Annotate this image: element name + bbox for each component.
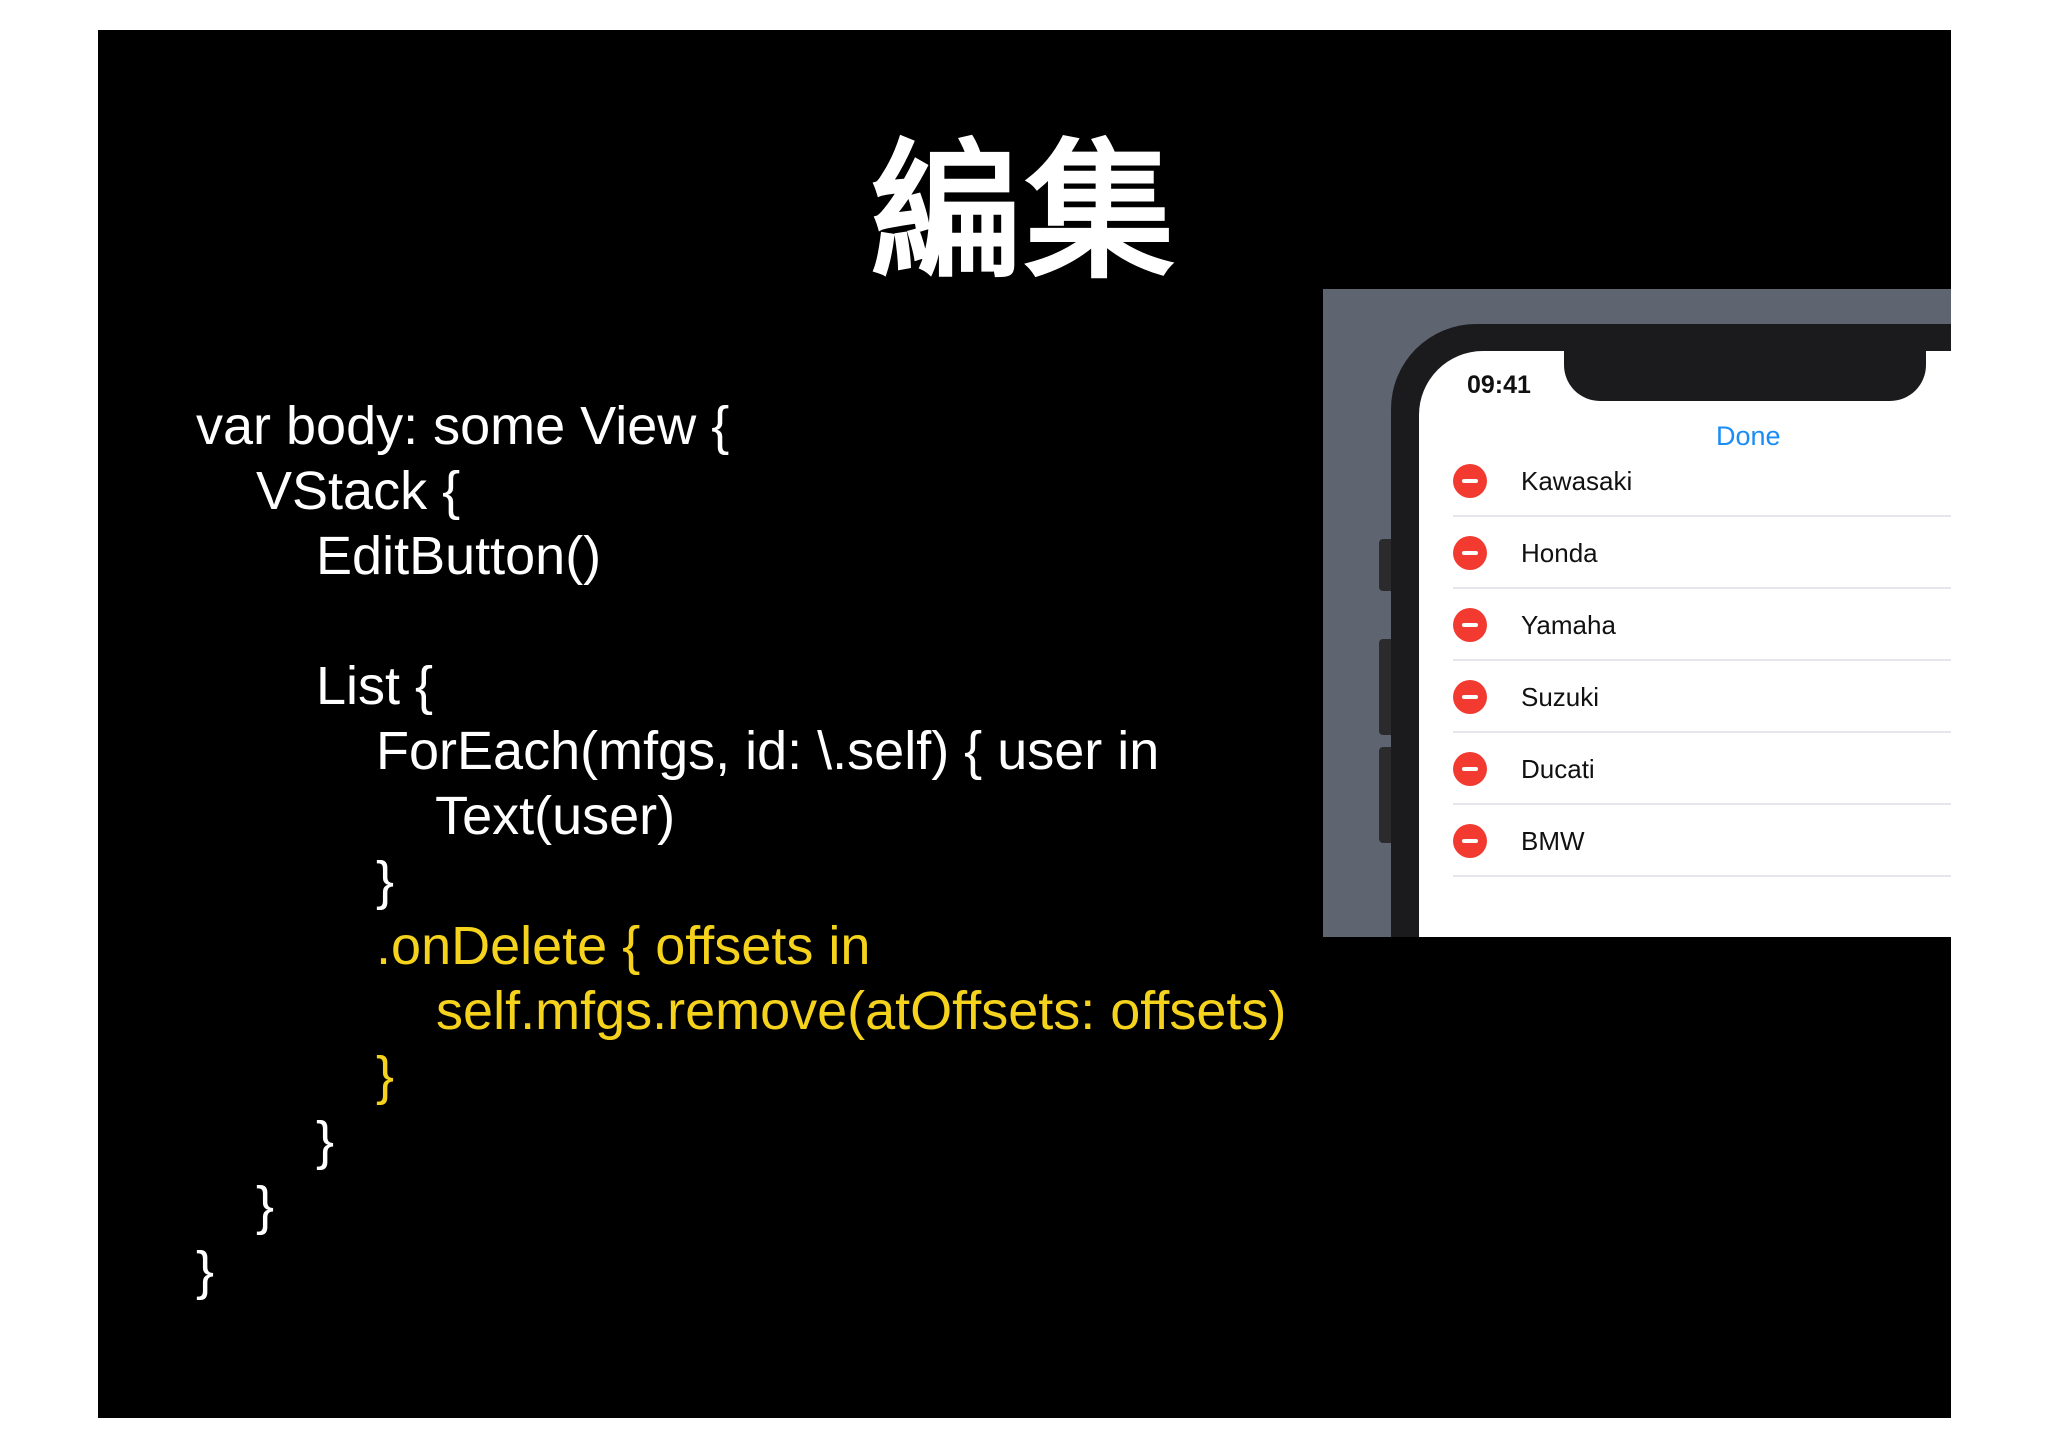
list-item[interactable]: Suzuki bbox=[1453, 661, 1951, 733]
code-line: EditButton() bbox=[196, 526, 602, 586]
list-item[interactable]: Kawasaki bbox=[1453, 445, 1951, 517]
list-item[interactable]: Ducati bbox=[1453, 733, 1951, 805]
phone-screen: 09:41 Done Kawasaki Honda Yamaha Suzuki bbox=[1419, 351, 1951, 937]
code-line: } bbox=[196, 1046, 395, 1106]
list-item-label: Yamaha bbox=[1521, 610, 1616, 640]
code-line: } bbox=[196, 1176, 275, 1236]
list-item[interactable]: Honda bbox=[1453, 517, 1951, 589]
side-button-silent bbox=[1379, 539, 1391, 591]
code-line: } bbox=[196, 1241, 215, 1301]
slide: 編集 var body: some View { VStack { EditBu… bbox=[98, 30, 1951, 1418]
list-item-label: Ducati bbox=[1521, 754, 1595, 784]
phone-notch bbox=[1564, 351, 1926, 401]
code-block: var body: some View { VStack { EditButto… bbox=[196, 394, 1286, 1304]
list-item[interactable]: BMW bbox=[1453, 805, 1951, 877]
minus-circle-icon[interactable] bbox=[1453, 680, 1487, 714]
minus-circle-icon[interactable] bbox=[1453, 824, 1487, 858]
code-line: VStack { bbox=[196, 461, 461, 521]
list-item-label: BMW bbox=[1521, 826, 1585, 856]
code-line: } bbox=[196, 1111, 335, 1171]
status-time: 09:41 bbox=[1467, 371, 1531, 399]
code-line: } bbox=[196, 851, 395, 911]
slide-title: 編集 bbox=[870, 126, 1179, 300]
manufacturer-list: Kawasaki Honda Yamaha Suzuki Ducati BMW bbox=[1453, 445, 1951, 877]
minus-circle-icon[interactable] bbox=[1453, 536, 1487, 570]
minus-circle-icon[interactable] bbox=[1453, 608, 1487, 642]
code-line: List { bbox=[196, 656, 434, 716]
phone-screenshot: 09:41 Done Kawasaki Honda Yamaha Suzuki bbox=[1323, 289, 1951, 937]
list-item-label: Kawasaki bbox=[1521, 466, 1633, 496]
list-item-label: Honda bbox=[1521, 538, 1598, 568]
list-item-label: Suzuki bbox=[1521, 682, 1600, 712]
code-line: self.mfgs.remove(atOffsets: offsets) bbox=[196, 981, 1287, 1041]
side-button-volume-up bbox=[1379, 639, 1391, 735]
code-line: ForEach(mfgs, id: \.self) { user in bbox=[196, 721, 1160, 781]
minus-circle-icon[interactable] bbox=[1453, 464, 1487, 498]
side-button-volume-down bbox=[1379, 747, 1391, 843]
list-item[interactable]: Yamaha bbox=[1453, 589, 1951, 661]
code-line: Text(user) bbox=[196, 786, 676, 846]
code-line: var body: some View { bbox=[196, 396, 730, 456]
code-line: .onDelete { offsets in bbox=[196, 916, 871, 976]
minus-circle-icon[interactable] bbox=[1453, 752, 1487, 786]
